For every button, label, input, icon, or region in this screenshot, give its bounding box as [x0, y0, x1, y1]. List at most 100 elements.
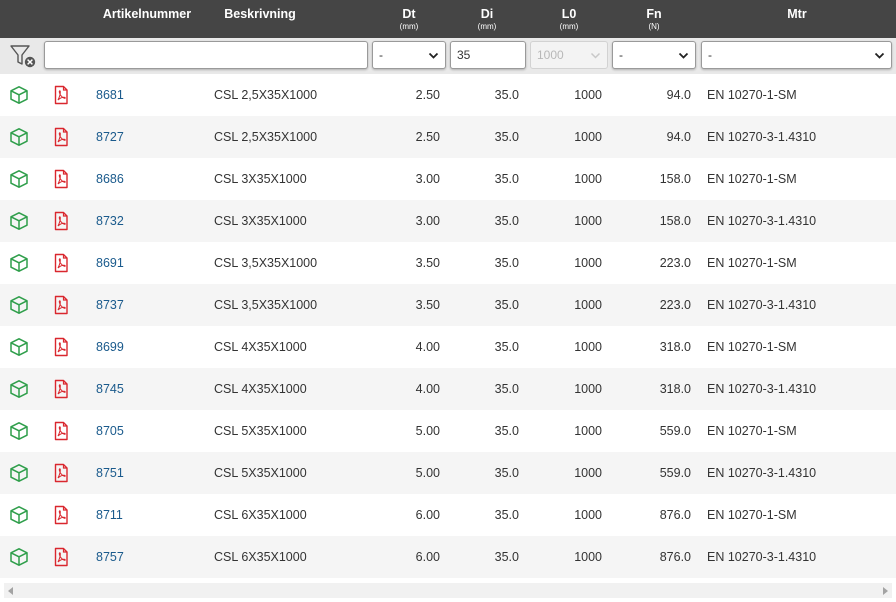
table-row[interactable]: 8681 CSL 2,5X35X1000 2.50 35.0 1000 94.0 EN 10…: [0, 74, 896, 116]
horizontal-scrollbar[interactable]: [4, 583, 892, 598]
cube-icon[interactable]: [9, 211, 29, 231]
col-header-l0[interactable]: L0 (mm): [530, 0, 608, 38]
artikelnummer-link[interactable]: 8757: [96, 536, 124, 578]
fn-filter-select[interactable]: -: [612, 41, 696, 69]
pdf-icon[interactable]: [51, 127, 71, 147]
scroll-left-arrow-icon[interactable]: [8, 587, 13, 595]
beskrivning-cell: CSL 2,5X35X1000: [214, 130, 318, 144]
fn-cell: 158.0: [659, 214, 691, 228]
col-header-label: Beskrivning: [224, 7, 296, 21]
fn-cell: 318.0: [659, 382, 691, 396]
table-row[interactable]: 8751 CSL 5X35X1000 5.00 35.0 1000 559.0 EN 102…: [0, 452, 896, 494]
table-row[interactable]: 8745 CSL 4X35X1000 4.00 35.0 1000 318.0 EN 102…: [0, 368, 896, 410]
col-header-label: Mtr: [787, 7, 807, 21]
cube-icon[interactable]: [9, 253, 29, 273]
artikelnummer-link[interactable]: 8681: [96, 74, 124, 116]
di-cell: 35.0: [494, 256, 519, 270]
table-row[interactable]: 8711 CSL 6X35X1000 6.00 35.0 1000 876.0 EN 102…: [0, 494, 896, 536]
artikelnummer-link[interactable]: 8686: [96, 158, 124, 200]
artikelnummer-link[interactable]: 8727: [96, 116, 124, 158]
pdf-icon[interactable]: [51, 211, 71, 231]
dt-filter-select[interactable]: -: [372, 41, 446, 69]
table-row[interactable]: 8732 CSL 3X35X1000 3.00 35.0 1000 158.0 EN 102…: [0, 200, 896, 242]
filter-row: - 35 1000 - -: [0, 38, 896, 74]
pdf-icon[interactable]: [51, 169, 71, 189]
cube-icon[interactable]: [9, 85, 29, 105]
dt-cell: 2.50: [415, 88, 440, 102]
dt-cell: 3.00: [415, 214, 440, 228]
table-row[interactable]: 8705 CSL 5X35X1000 5.00 35.0 1000 559.0 EN 102…: [0, 410, 896, 452]
artikelnummer-link[interactable]: 8751: [96, 452, 124, 494]
cube-icon[interactable]: [9, 421, 29, 441]
pdf-icon[interactable]: [51, 421, 71, 441]
table-row[interactable]: 8699 CSL 4X35X1000 4.00 35.0 1000 318.0 EN 102…: [0, 326, 896, 368]
l0-cell: 1000: [574, 466, 602, 480]
fn-cell: 223.0: [659, 256, 691, 270]
cube-icon[interactable]: [9, 127, 29, 147]
pdf-icon[interactable]: [51, 379, 71, 399]
col-header-dt[interactable]: Dt (mm): [372, 0, 446, 38]
cube-icon[interactable]: [9, 505, 29, 525]
col-header-unit: (N): [648, 22, 660, 31]
table-row[interactable]: 8691 CSL 3,5X35X1000 3.50 35.0 1000 223.0 EN 1…: [0, 242, 896, 284]
chevron-down-icon: [874, 52, 885, 59]
dt-cell: 6.00: [415, 508, 440, 522]
fn-cell: 223.0: [659, 298, 691, 312]
artikelnummer-link[interactable]: 8705: [96, 410, 124, 452]
table-row[interactable]: 8686 CSL 3X35X1000 3.00 35.0 1000 158.0 EN 102…: [0, 158, 896, 200]
mtr-cell: EN 10270-1-SM: [707, 508, 797, 522]
pdf-icon[interactable]: [51, 463, 71, 483]
artikelnummer-link[interactable]: 8745: [96, 368, 124, 410]
fn-cell: 876.0: [659, 550, 691, 564]
cube-icon[interactable]: [9, 547, 29, 567]
fn-cell: 559.0: [659, 424, 691, 438]
mtr-cell: EN 10270-3-1.4310: [707, 466, 817, 480]
chevron-down-icon: [428, 52, 439, 59]
beskrivning-cell: CSL 3X35X1000: [214, 214, 307, 228]
l0-filter-value: 1000: [537, 48, 564, 62]
beskrivning-cell: CSL 6X35X1000: [214, 508, 307, 522]
l0-cell: 1000: [574, 214, 602, 228]
table-row[interactable]: 8757 CSL 6X35X1000 6.00 35.0 1000 876.0 EN 102…: [0, 536, 896, 578]
beskrivning-cell: CSL 4X35X1000: [214, 340, 307, 354]
pdf-icon[interactable]: [51, 505, 71, 525]
cube-icon[interactable]: [9, 337, 29, 357]
di-cell: 35.0: [494, 340, 519, 354]
mtr-cell: EN 10270-3-1.4310: [707, 382, 817, 396]
di-cell: 35.0: [494, 466, 519, 480]
artikelnummer-link[interactable]: 8711: [96, 494, 123, 536]
col-header-beskrivning[interactable]: Beskrivning: [210, 0, 310, 38]
fn-cell: 94.0: [666, 88, 691, 102]
cube-icon[interactable]: [9, 463, 29, 483]
mtr-cell: EN 10270-1-SM: [707, 172, 797, 186]
cube-icon[interactable]: [9, 169, 29, 189]
col-header-fn[interactable]: Fn (N): [612, 0, 696, 38]
pdf-icon[interactable]: [51, 547, 71, 567]
mtr-cell: EN 10270-3-1.4310: [707, 214, 817, 228]
pdf-icon[interactable]: [51, 295, 71, 315]
artikelnummer-link[interactable]: 8699: [96, 326, 124, 368]
di-filter-input[interactable]: 35: [450, 41, 526, 69]
artikelnummer-link[interactable]: 8691: [96, 242, 124, 284]
filter-clear-icon[interactable]: [9, 43, 37, 69]
artikelnummer-link[interactable]: 8732: [96, 200, 124, 242]
pdf-icon[interactable]: [51, 253, 71, 273]
dt-cell: 3.50: [415, 256, 440, 270]
fn-filter-value: -: [619, 48, 623, 62]
artikelnummer-link[interactable]: 8737: [96, 284, 124, 326]
col-header-artikelnummer[interactable]: Artikelnummer: [92, 0, 202, 38]
mtr-cell: EN 10270-3-1.4310: [707, 298, 817, 312]
col-header-di[interactable]: Di (mm): [450, 0, 524, 38]
table-row[interactable]: 8727 CSL 2,5X35X1000 2.50 35.0 1000 94.0 EN 10…: [0, 116, 896, 158]
artikel-filter-input[interactable]: [44, 41, 368, 69]
cube-icon[interactable]: [9, 379, 29, 399]
mtr-filter-select[interactable]: -: [701, 41, 892, 69]
pdf-icon[interactable]: [51, 85, 71, 105]
cube-icon[interactable]: [9, 295, 29, 315]
pdf-icon[interactable]: [51, 337, 71, 357]
table-row[interactable]: 8737 CSL 3,5X35X1000 3.50 35.0 1000 223.0 EN 1…: [0, 284, 896, 326]
scroll-right-arrow-icon[interactable]: [883, 587, 888, 595]
col-header-mtr[interactable]: Mtr: [702, 0, 892, 38]
dt-cell: 5.00: [415, 466, 440, 480]
l0-cell: 1000: [574, 88, 602, 102]
